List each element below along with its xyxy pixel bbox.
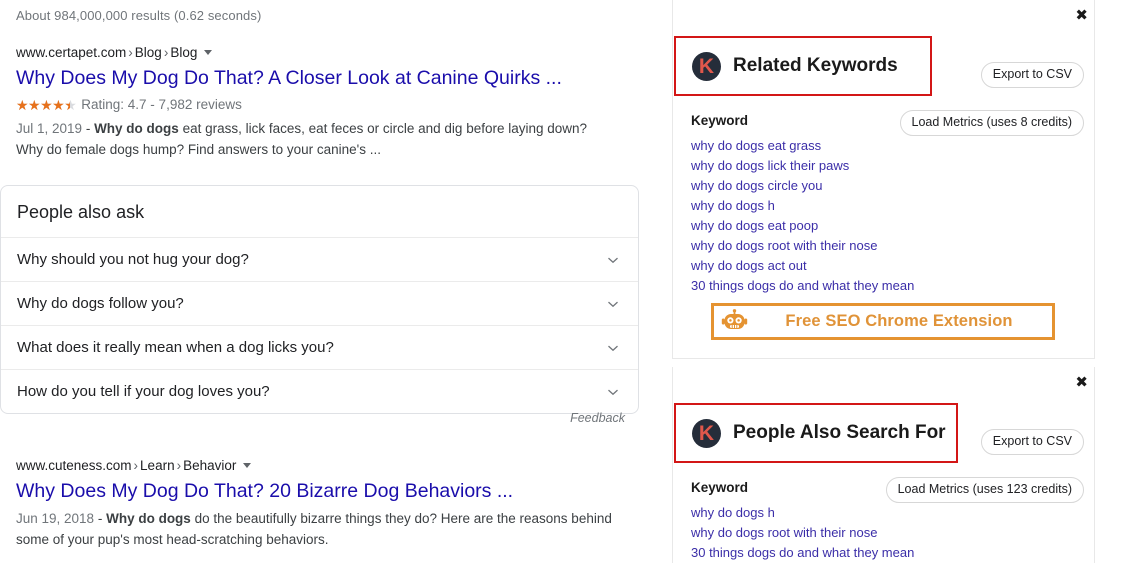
keywords-everywhere-logo: K — [692, 51, 721, 81]
breadcrumb-part: Learn — [140, 458, 175, 473]
chevron-down-icon[interactable] — [604, 339, 622, 357]
people-also-ask-panel: People also ask Why should you not hug y… — [0, 185, 639, 414]
breadcrumb-domain: www.certapet.com — [16, 45, 127, 60]
people-also-ask-question: Why should you not hug your dog? — [17, 250, 249, 268]
chevron-down-icon[interactable] — [604, 251, 622, 269]
breadcrumb-domain: www.cuteness.com — [16, 458, 132, 473]
keyword-item[interactable]: why do dogs h — [691, 503, 1084, 523]
close-icon[interactable]: ✖ — [1075, 8, 1088, 23]
serp-column: About 984,000,000 results (0.62 seconds)… — [0, 0, 655, 563]
keyword-item[interactable]: why do dogs h — [691, 196, 1084, 216]
keyword-column-header: Keyword — [691, 113, 749, 128]
panel-header: K Related Keywords — [674, 36, 932, 96]
search-result: www.certapet.com › Blog › Blog Why Does My D… — [16, 44, 631, 160]
result-title-link[interactable]: Why Does My Dog Do That? A Closer Look a… — [16, 66, 631, 91]
people-also-ask-item[interactable]: What does it really mean when a dog lick… — [1, 325, 638, 369]
people-also-ask-question: Why do dogs follow you? — [17, 294, 184, 312]
search-results-page: About 984,000,000 results (0.62 seconds)… — [0, 0, 1123, 563]
keyword-list: why do dogs eat grass why do dogs lick t… — [691, 136, 1084, 296]
chevron-down-icon[interactable] — [204, 50, 213, 55]
breadcrumb-separator: › — [128, 45, 133, 60]
snippet-dash: - — [82, 121, 95, 136]
close-icon[interactable]: ✖ — [1075, 375, 1088, 390]
export-to-csv-button[interactable]: Export to CSV — [980, 62, 1084, 88]
load-metrics-button[interactable]: Load Metrics (uses 8 credits) — [899, 110, 1084, 136]
rating-row: ★★★★★ ★★★★★ Rating: 4.7 - 7,982 reviews — [16, 96, 631, 114]
chevron-down-icon[interactable] — [604, 295, 622, 313]
result-title-link[interactable]: Why Does My Dog Do That? 20 Bizarre Dog … — [16, 479, 631, 504]
keyword-item[interactable]: why do dogs root with their nose — [691, 236, 1084, 256]
breadcrumb-part: Blog — [170, 45, 198, 60]
search-result: www.cuteness.com › Learn › Behavior Why Does… — [16, 457, 631, 550]
breadcrumb-separator: › — [176, 458, 182, 473]
breadcrumb-part: Behavior — [183, 458, 237, 473]
result-snippet: Jun 19, 2018 - Why do dogs do the beauti… — [16, 508, 616, 550]
rating-text: Rating: 4.7 - 7,982 reviews — [81, 97, 242, 112]
panel-title: People Also Search For — [733, 422, 946, 443]
keyword-item[interactable]: why do dogs act out — [691, 256, 1084, 276]
people-also-ask-item[interactable]: How do you tell if your dog loves you? — [1, 369, 638, 413]
keyword-item[interactable]: why do dogs root with their nose — [691, 523, 1084, 543]
free-seo-chrome-extension-banner[interactable]: Free SEO Chrome Extension — [711, 303, 1055, 340]
snippet-highlight: Why do dogs — [94, 121, 179, 136]
snippet-date: Jun 19, 2018 — [16, 511, 95, 526]
keyword-item[interactable]: why do dogs circle you — [691, 176, 1084, 196]
snippet-highlight: Why do dogs — [106, 511, 191, 526]
people-also-ask-question: How do you tell if your dog loves you? — [17, 382, 270, 400]
keyword-item[interactable]: why do dogs eat poop — [691, 216, 1084, 236]
result-snippet: Jul 1, 2019 - Why do dogs eat grass, lic… — [16, 118, 616, 160]
cta-label: Free SEO Chrome Extension — [785, 312, 1013, 330]
keyword-item[interactable]: why do dogs lick their paws — [691, 156, 1084, 176]
people-also-ask-item[interactable]: Why should you not hug your dog? — [1, 237, 638, 281]
people-also-ask-item[interactable]: Why do dogs follow you? — [1, 281, 638, 325]
breadcrumb[interactable]: www.certapet.com › Blog › Blog — [16, 44, 631, 62]
keyword-tool-column: ✖ K Related Keywords Export to CSV Keywo… — [672, 0, 1123, 563]
result-stats: About 984,000,000 results (0.62 seconds) — [16, 8, 262, 23]
keyword-item[interactable]: 30 things dogs do and what they mean — [691, 276, 1084, 296]
chevron-down-icon[interactable] — [243, 463, 252, 468]
keyword-column-header: Keyword — [691, 480, 749, 495]
load-metrics-button[interactable]: Load Metrics (uses 123 credits) — [885, 477, 1084, 503]
breadcrumb-part: Blog — [134, 45, 162, 60]
feedback-link[interactable]: Feedback — [0, 411, 639, 425]
related-keywords-panel: ✖ K Related Keywords Export to CSV Keywo… — [672, 0, 1095, 359]
keyword-item[interactable]: why do dogs eat grass — [691, 136, 1084, 156]
people-also-ask-question: What does it really mean when a dog lick… — [17, 338, 334, 356]
breadcrumb-separator: › — [133, 458, 139, 473]
people-also-search-for-panel: ✖ K People Also Search For Export to CSV… — [672, 367, 1095, 563]
robot-icon — [714, 306, 754, 337]
keywords-everywhere-logo: K — [692, 418, 721, 448]
star-rating: ★★★★★ ★★★★★ — [16, 98, 77, 112]
panel-header: K People Also Search For — [674, 403, 958, 463]
star-rating-filled: ★★★★★ — [16, 98, 70, 112]
panel-title: Related Keywords — [733, 55, 898, 76]
export-to-csv-button[interactable]: Export to CSV — [980, 429, 1084, 455]
people-also-ask-title: People also ask — [17, 202, 145, 222]
keyword-list: why do dogs h why do dogs root with thei… — [691, 503, 1084, 563]
breadcrumb[interactable]: www.cuteness.com › Learn › Behavior — [16, 457, 631, 475]
snippet-dash: - — [94, 511, 107, 526]
keyword-item[interactable]: 30 things dogs do and what they mean — [691, 543, 1084, 563]
chevron-down-icon[interactable] — [604, 383, 622, 401]
snippet-date: Jul 1, 2019 — [16, 121, 83, 136]
